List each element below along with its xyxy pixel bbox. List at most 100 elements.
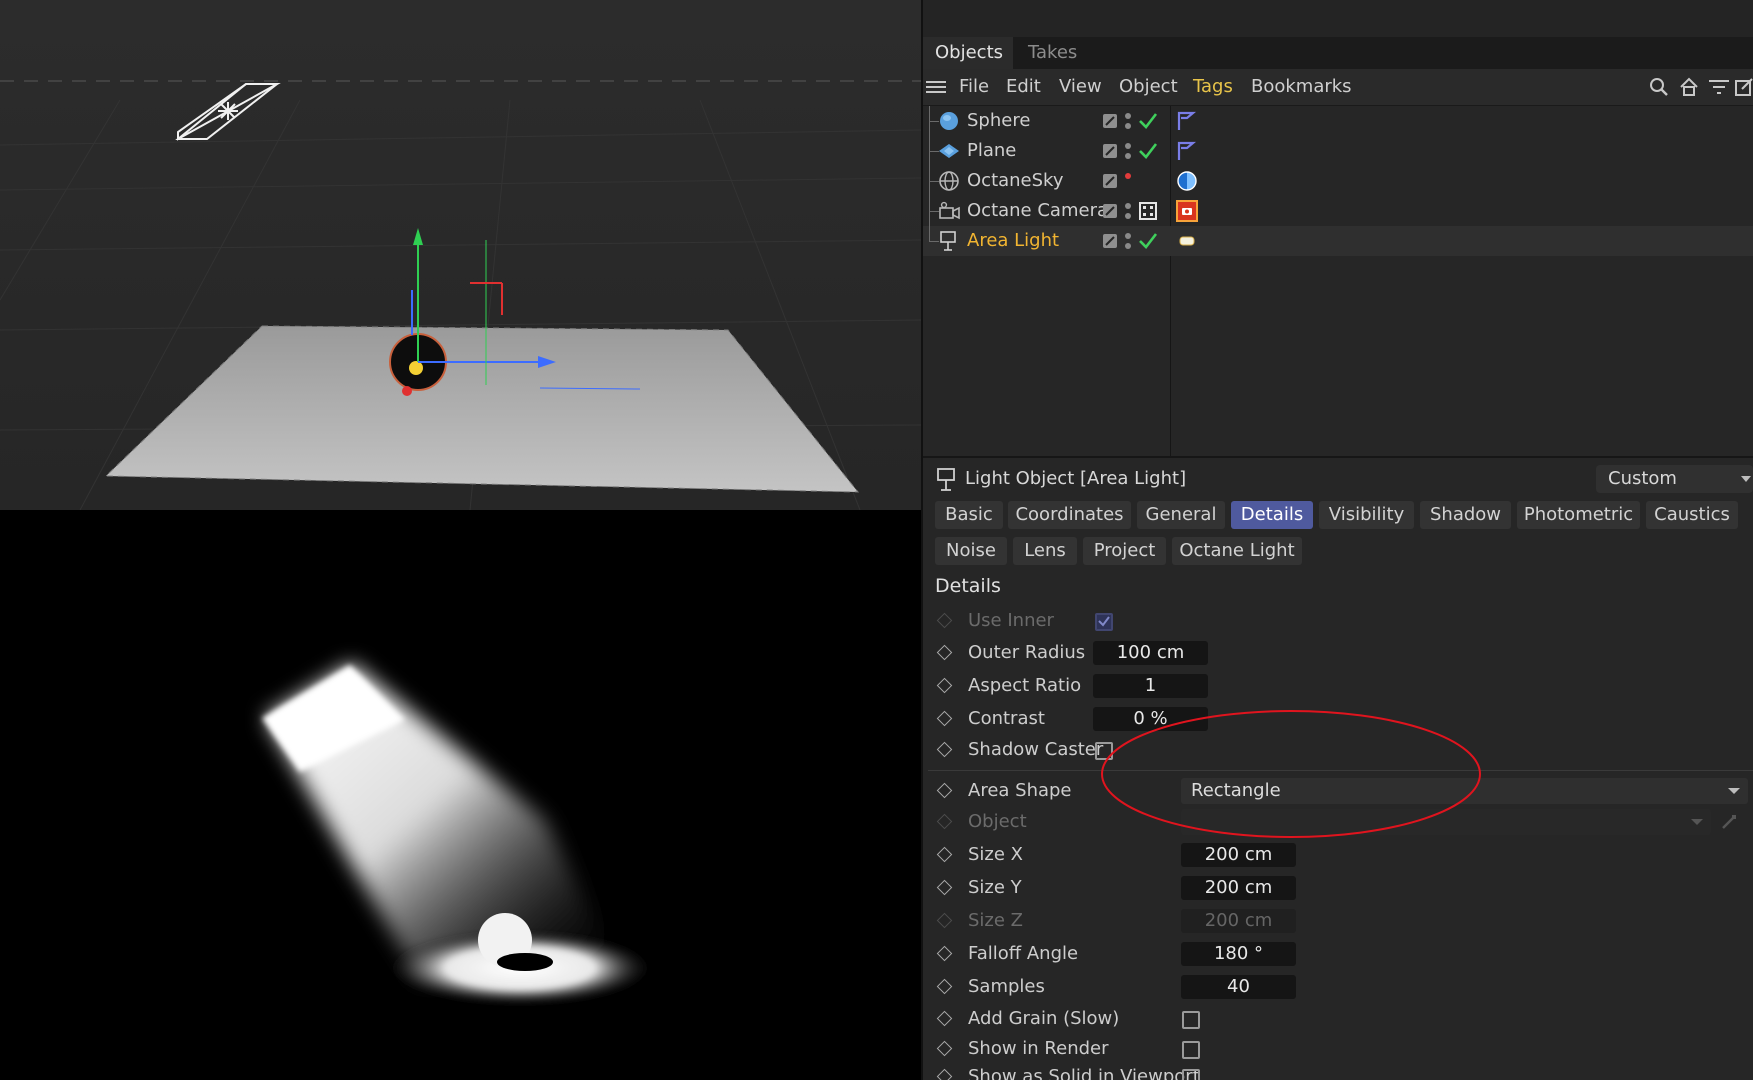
tab-octane-light[interactable]: Octane Light (1172, 537, 1302, 565)
size-z-field: 200 cm (1181, 909, 1296, 933)
param-label: Size Y (968, 877, 1022, 898)
visibility-dots-icon[interactable] (1124, 140, 1132, 162)
phong-tag-icon[interactable] (1175, 110, 1199, 132)
samples-field[interactable]: 40 (1181, 975, 1296, 999)
camera-target-icon[interactable] (1138, 201, 1158, 221)
param-label: Aspect Ratio (968, 675, 1082, 696)
object-row-octanesky[interactable]: OctaneSky (923, 166, 1753, 196)
menu-object[interactable]: Object (1119, 69, 1178, 105)
use-inner-checkbox[interactable] (1095, 613, 1113, 631)
menu-edit[interactable]: Edit (1006, 69, 1041, 105)
manager-tabs: Objects Takes (923, 37, 1753, 69)
param-falloff-angle: Falloff Angle 180 ° (923, 939, 1753, 969)
light-tag-icon[interactable] (1175, 230, 1199, 252)
param-samples: Samples 40 (923, 972, 1753, 1002)
checkmark-icon[interactable] (1138, 141, 1158, 161)
right-panel: Objects Takes File Edit View Object Tags… (923, 0, 1753, 1080)
menu-file[interactable]: File (959, 69, 989, 105)
filter-icon[interactable] (1709, 77, 1729, 97)
new-window-icon[interactable] (1734, 77, 1753, 97)
object-row-plane[interactable]: Plane (923, 136, 1753, 166)
show-in-render-checkbox[interactable] (1182, 1041, 1200, 1059)
editor-visibility-icon[interactable] (1103, 174, 1117, 188)
tab-visibility[interactable]: Visibility (1319, 501, 1414, 529)
keyframe-icon[interactable] (936, 644, 953, 661)
search-icon[interactable] (1649, 77, 1669, 97)
aspect-ratio-field[interactable]: 1 (1093, 674, 1208, 698)
editor-visibility-icon[interactable] (1103, 234, 1117, 248)
keyframe-icon[interactable] (936, 879, 953, 896)
editor-visibility-icon[interactable] (1103, 144, 1117, 158)
keyframe-icon[interactable] (936, 1068, 953, 1080)
tab-coordinates[interactable]: Coordinates (1008, 501, 1131, 529)
object-row-octane-camera[interactable]: Octane Camera (923, 196, 1753, 226)
keyframe-icon[interactable] (936, 1010, 953, 1027)
editor-viewport[interactable] (0, 0, 921, 510)
size-x-field[interactable]: 200 cm (1181, 843, 1296, 867)
show-as-solid-checkbox[interactable] (1182, 1069, 1200, 1080)
keyframe-icon[interactable] (936, 612, 953, 629)
keyframe-icon[interactable] (936, 945, 953, 962)
visibility-dots-icon[interactable] (1124, 200, 1132, 222)
tab-objects[interactable]: Objects (923, 37, 1013, 69)
object-name: OctaneSky (967, 170, 1064, 191)
tab-project[interactable]: Project (1083, 537, 1166, 565)
editor-visibility-icon[interactable] (1103, 114, 1117, 128)
falloff-angle-field[interactable]: 180 ° (1181, 942, 1296, 966)
param-use-inner: Use Inner (923, 606, 1753, 636)
tab-basic[interactable]: Basic (935, 501, 1003, 529)
tab-general[interactable]: General (1137, 501, 1225, 529)
menu-view[interactable]: View (1059, 69, 1102, 105)
visibility-dots-icon[interactable] (1124, 230, 1132, 252)
area-shape-dropdown[interactable]: Rectangle (1181, 778, 1748, 804)
object-row-area-light[interactable]: Area Light (923, 226, 1753, 256)
visibility-dots-icon[interactable] (1124, 170, 1132, 192)
tab-caustics[interactable]: Caustics (1646, 501, 1738, 529)
keyframe-icon[interactable] (936, 1040, 953, 1057)
tab-photometric[interactable]: Photometric (1517, 501, 1640, 529)
object-name: Octane Camera (967, 200, 1108, 221)
chevron-down-icon (1728, 788, 1740, 794)
param-aspect-ratio: Aspect Ratio 1 (923, 671, 1753, 701)
render-preview (0, 510, 921, 1080)
param-label: Show as Solid in Viewport (968, 1066, 1200, 1080)
camera-tag-icon[interactable] (1175, 200, 1199, 222)
keyframe-icon[interactable] (936, 741, 953, 758)
visibility-dots-icon[interactable] (1124, 110, 1132, 132)
contrast-field[interactable]: 0 % (1093, 707, 1208, 731)
phong-tag-icon[interactable] (1175, 140, 1199, 162)
tab-noise[interactable]: Noise (935, 537, 1007, 565)
checkmark-icon[interactable] (1138, 111, 1158, 131)
keyframe-icon[interactable] (936, 677, 953, 694)
outer-radius-field[interactable]: 100 cm (1093, 641, 1208, 665)
hamburger-icon[interactable] (926, 77, 946, 97)
mode-dropdown[interactable]: Custom (1596, 465, 1753, 493)
param-add-grain: Add Grain (Slow) (923, 1004, 1753, 1034)
checkmark-icon[interactable] (1138, 231, 1158, 251)
tab-details[interactable]: Details (1231, 501, 1313, 529)
keyframe-icon[interactable] (936, 813, 953, 830)
keyframe-icon[interactable] (936, 710, 953, 727)
tab-shadow[interactable]: Shadow (1420, 501, 1511, 529)
keyframe-icon[interactable] (936, 846, 953, 863)
shadow-caster-checkbox[interactable] (1095, 742, 1113, 760)
keyframe-icon[interactable] (936, 782, 953, 799)
add-grain-checkbox[interactable] (1182, 1011, 1200, 1029)
object-row-sphere[interactable]: Sphere (923, 106, 1753, 136)
keyframe-icon[interactable] (936, 912, 953, 929)
keyframe-icon[interactable] (936, 978, 953, 995)
environment-tag-icon[interactable] (1175, 170, 1199, 192)
tab-lens[interactable]: Lens (1013, 537, 1077, 565)
param-contrast: Contrast 0 % (923, 704, 1753, 734)
size-y-field[interactable]: 200 cm (1181, 876, 1296, 900)
tab-takes[interactable]: Takes (1016, 37, 1089, 69)
editor-visibility-icon[interactable] (1103, 204, 1117, 218)
param-label: Outer Radius (968, 642, 1086, 663)
chevron-down-icon (1691, 819, 1703, 825)
home-icon[interactable] (1679, 77, 1699, 97)
pick-object-icon (1722, 815, 1736, 829)
menu-bookmarks[interactable]: Bookmarks (1251, 69, 1352, 105)
area-light-gizmo[interactable] (175, 83, 281, 141)
menu-tags[interactable]: Tags (1193, 69, 1233, 105)
param-size-y: Size Y 200 cm (923, 873, 1753, 903)
